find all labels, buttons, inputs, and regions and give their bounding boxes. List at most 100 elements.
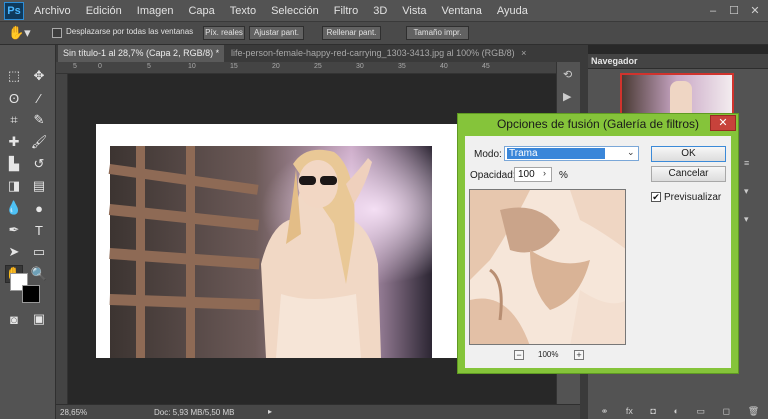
right-panel-controls: ≡ ▾ ▾ xyxy=(740,150,768,270)
ok-button[interactable]: OK xyxy=(651,146,726,162)
path-selection-tool-icon[interactable]: ➤ xyxy=(5,243,23,261)
tab-close-icon[interactable]: × xyxy=(521,48,526,58)
new-layer-icon[interactable]: ◻ xyxy=(723,406,730,418)
zoom-out-button[interactable]: − xyxy=(514,350,524,360)
opacity-value: 100 xyxy=(518,169,535,180)
link-layers-icon[interactable]: ⚭ xyxy=(601,406,609,418)
zoom-in-button[interactable]: + xyxy=(574,350,584,360)
preview-checkbox[interactable]: ✔ xyxy=(651,192,661,202)
fill-screen-button[interactable]: Rellenar pant. xyxy=(322,26,381,40)
maximize-button[interactable]: ☐ xyxy=(725,3,743,19)
marquee-tool-icon[interactable]: ⬚ xyxy=(5,67,23,85)
scroll-all-checkbox[interactable] xyxy=(52,28,62,38)
add-mask-icon[interactable]: ◘ xyxy=(651,406,656,418)
menu-3d[interactable]: 3D xyxy=(373,5,387,17)
ruler-tick: 35 xyxy=(398,63,406,70)
pen-tool-icon[interactable]: ✒ xyxy=(5,221,23,239)
magic-wand-tool-icon[interactable]: ⁄ xyxy=(30,89,48,107)
menu-texto[interactable]: Texto xyxy=(230,5,256,17)
delete-layer-icon[interactable]: 🗑 xyxy=(748,406,759,418)
mode-select-value: Trama xyxy=(507,148,605,159)
actual-pixels-button[interactable]: Píx. reales xyxy=(203,26,245,40)
cancel-button[interactable]: Cancelar xyxy=(651,166,726,182)
lasso-tool-icon[interactable]: ʘ xyxy=(5,89,23,107)
brush-tool-icon[interactable]: 🖌 xyxy=(30,133,48,151)
vertical-ruler xyxy=(56,74,68,404)
history-panel-icon[interactable]: ⟲ xyxy=(563,68,572,81)
ruler-tick: 30 xyxy=(356,63,364,70)
background-color-swatch[interactable] xyxy=(22,285,40,303)
tab-sin-titulo[interactable]: Sin título-1 al 28,7% (Capa 2, RGB/8) * … xyxy=(58,45,224,62)
preview-label: Previsualizar xyxy=(664,192,722,203)
tab-life-person[interactable]: life-person-female-happy-red-carrying_13… xyxy=(226,45,536,62)
shape-tool-icon[interactable]: ▭ xyxy=(30,243,48,261)
stamp-tool-icon[interactable]: ▙ xyxy=(5,155,23,173)
layers-footer: ⚭ fx ◘ ◐ ▭ ◻ 🗑 xyxy=(592,406,768,418)
move-tool-icon[interactable]: ✥ xyxy=(30,67,48,85)
hand-tool-preset-icon[interactable]: ✋▾ xyxy=(8,25,31,41)
menu-archivo[interactable]: Archivo xyxy=(34,5,71,17)
chevron-down-icon: ⌄ xyxy=(627,147,635,157)
doc-size-readout: Doc: 5,93 MB/5,50 MB xyxy=(154,408,235,417)
preview-pane[interactable] xyxy=(469,189,626,345)
document-canvas[interactable] xyxy=(96,124,460,358)
status-menu-arrow-icon[interactable]: ▸ xyxy=(268,407,272,416)
window-close-button[interactable]: ✕ xyxy=(746,3,764,19)
tools-panel: ⬚ ✥ ʘ ⁄ ⌗ ✎ ✚ 🖌 ▙ ↺ ◨ ▤ 💧 ● ✒ T ➤ ▭ ✋ 🔍 … xyxy=(0,45,56,419)
menu-capa[interactable]: Capa xyxy=(188,5,214,17)
actions-panel-icon[interactable]: ▶ xyxy=(563,90,571,103)
crop-tool-icon[interactable]: ⌗ xyxy=(5,111,23,129)
status-bar: 28,65% Doc: 5,93 MB/5,50 MB ▸ xyxy=(56,404,580,419)
gradient-tool-icon[interactable]: ▤ xyxy=(30,177,48,195)
history-brush-tool-icon[interactable]: ↺ xyxy=(30,155,48,173)
ruler-tick: 10 xyxy=(188,63,196,70)
menu-ventana[interactable]: Ventana xyxy=(442,5,482,17)
mode-select[interactable]: Trama ⌄ xyxy=(504,146,639,161)
panel-options-icon[interactable]: ▾ xyxy=(744,186,749,197)
mode-label: Modo: xyxy=(474,149,502,160)
quick-mask-icon[interactable]: ◙ xyxy=(5,310,23,328)
menu-filtro[interactable]: Filtro xyxy=(334,5,358,17)
main-menu: Archivo Edición Imagen Capa Texto Selecc… xyxy=(34,0,543,22)
preview-zoom-value: 100% xyxy=(538,350,559,359)
ruler-tick: 20 xyxy=(272,63,280,70)
zoom-tool-icon[interactable]: 🔍 xyxy=(30,265,48,283)
type-tool-icon[interactable]: T xyxy=(30,221,48,239)
ruler-tick: 5 xyxy=(147,63,151,70)
menu-vista[interactable]: Vista xyxy=(402,5,426,17)
screen-mode-icon[interactable]: ▣ xyxy=(30,310,48,328)
fx-icon[interactable]: fx xyxy=(626,406,633,418)
opacity-arrow-icon[interactable]: › xyxy=(543,168,546,178)
photoshop-logo: Ps xyxy=(4,2,24,20)
opacity-unit: % xyxy=(559,170,568,181)
opacity-input[interactable]: 100 › xyxy=(514,167,552,182)
dodge-tool-icon[interactable]: ● xyxy=(30,199,48,217)
panel-dropdown-icon[interactable]: ▾ xyxy=(744,214,749,225)
healing-brush-tool-icon[interactable]: ✚ xyxy=(5,133,23,151)
menu-ayuda[interactable]: Ayuda xyxy=(497,5,528,17)
print-size-button[interactable]: Tamaño impr. xyxy=(406,26,469,40)
eyedropper-tool-icon[interactable]: ✎ xyxy=(30,111,48,129)
navigator-panel-header: Navegador xyxy=(588,54,768,69)
adjustment-layer-icon[interactable]: ◐ xyxy=(674,406,679,418)
zoom-readout[interactable]: 28,65% xyxy=(60,408,87,417)
canvas-photo xyxy=(108,146,432,358)
ruler-tick: 5 xyxy=(73,63,77,70)
minimize-button[interactable]: – xyxy=(704,3,722,19)
dialog-close-button[interactable]: ✕ xyxy=(710,115,736,131)
preview-image xyxy=(470,190,625,344)
group-icon[interactable]: ▭ xyxy=(697,406,706,418)
blur-tool-icon[interactable]: 💧 xyxy=(5,199,23,217)
dialog-title: Opciones de fusión (Galería de filtros) xyxy=(496,117,700,131)
menu-edicion[interactable]: Edición xyxy=(86,5,122,17)
menu-seleccion[interactable]: Selección xyxy=(271,5,319,17)
eraser-tool-icon[interactable]: ◨ xyxy=(5,177,23,195)
navigator-title[interactable]: Navegador xyxy=(591,56,638,66)
panel-menu-icon[interactable]: ≡ xyxy=(744,158,749,168)
opacity-label: Opacidad: xyxy=(470,170,516,181)
menu-imagen[interactable]: Imagen xyxy=(137,5,174,17)
fit-screen-button[interactable]: Ajustar pant. xyxy=(249,26,304,40)
tab-label: Sin título-1 al 28,7% (Capa 2, RGB/8) * xyxy=(63,48,220,58)
ruler-tick: 40 xyxy=(440,63,448,70)
ruler-tick: 15 xyxy=(230,63,238,70)
